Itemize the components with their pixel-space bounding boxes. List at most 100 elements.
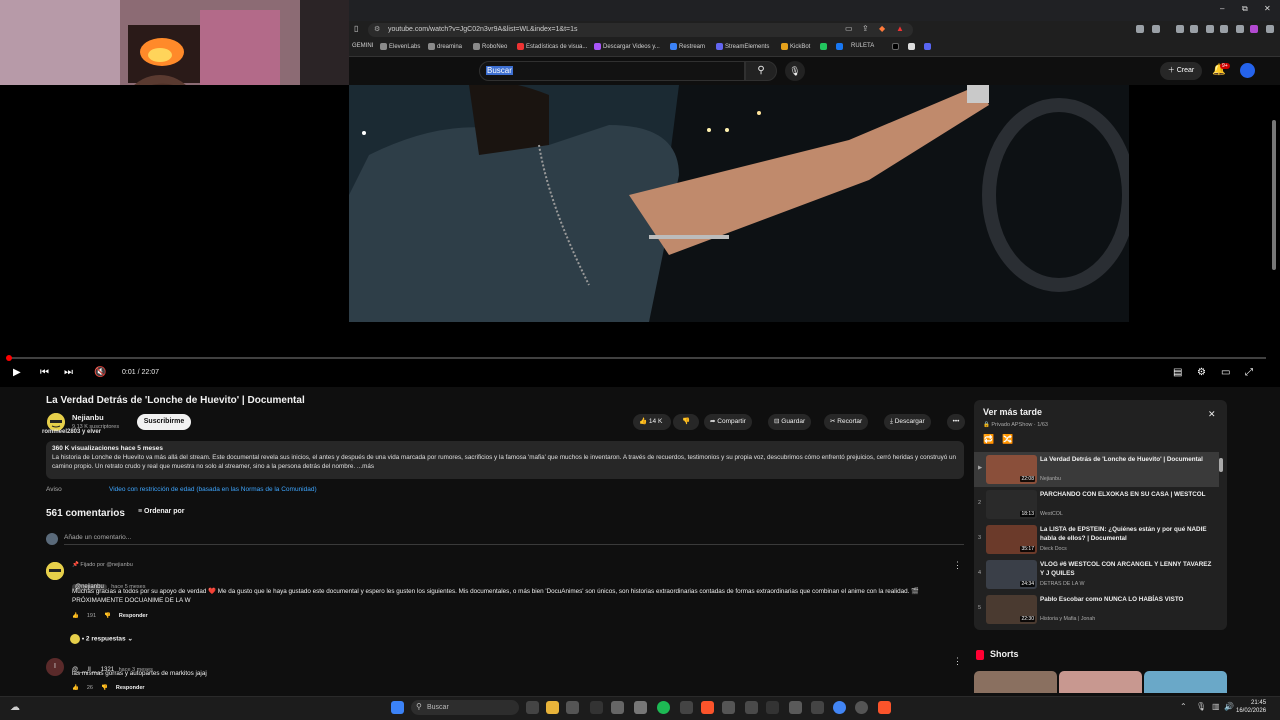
thumbs-down-icon[interactable]: 👎 xyxy=(101,685,108,691)
shuffle-icon[interactable]: 🔀 xyxy=(1002,434,1013,445)
avatar[interactable] xyxy=(1240,63,1255,78)
share-button[interactable]: ➦ Compartir xyxy=(704,414,752,430)
thumbs-up-icon[interactable]: 👍 xyxy=(72,613,79,619)
short-card[interactable] xyxy=(1059,671,1142,693)
dislike-button[interactable]: 👎 xyxy=(673,414,699,430)
page-scrollbar[interactable] xyxy=(1272,120,1276,270)
thumbs-down-icon[interactable]: 👎 xyxy=(104,613,111,619)
bookmark-item[interactable]: RoboNeo xyxy=(473,43,507,50)
playlist-item[interactable]: 2 18:13 PARCHANDO CON ELXOKAS EN SU CASA |… xyxy=(974,487,1219,522)
bookmark-star-icon[interactable]: ▯ xyxy=(354,24,358,33)
app-icon[interactable] xyxy=(566,701,579,714)
like-button[interactable]: 👍 14 K xyxy=(633,414,671,430)
app-icon[interactable] xyxy=(789,701,802,714)
extension-icon[interactable] xyxy=(1220,25,1228,33)
download-button[interactable]: ⤓ Descargar xyxy=(884,414,931,430)
close-icon[interactable]: ✕ xyxy=(1208,409,1216,420)
bookmark-item[interactable]: KickBot xyxy=(781,43,810,50)
file-explorer-icon[interactable] xyxy=(546,701,559,714)
fullscreen-icon[interactable]: ⤢ xyxy=(1245,367,1253,378)
bookmark-item[interactable]: Restream xyxy=(670,43,705,50)
menu-icon[interactable] xyxy=(1266,25,1274,33)
brave-icon[interactable] xyxy=(878,701,891,714)
bookmark-item[interactable]: StreamElements xyxy=(716,43,769,50)
mute-icon[interactable]: 🔇 xyxy=(94,367,106,378)
music-icon[interactable] xyxy=(1176,25,1184,33)
bookmark-item[interactable] xyxy=(892,43,899,50)
app-icon[interactable] xyxy=(680,701,693,714)
screen-cast-icon[interactable]: ▭ xyxy=(845,24,853,33)
app-icon[interactable] xyxy=(611,701,624,714)
more-vertical-icon[interactable]: ⋮ xyxy=(953,560,962,571)
spotify-icon[interactable] xyxy=(657,701,670,714)
progress-bar[interactable] xyxy=(8,357,1266,359)
app-icon[interactable] xyxy=(855,701,868,714)
playlist-item[interactable]: 3 35:17 La LISTA de EPSTEIN: ¿Quiénes está… xyxy=(974,522,1219,557)
short-card[interactable] xyxy=(974,671,1057,693)
bookmark-item[interactable]: GEMINI xyxy=(352,43,373,49)
replies-toggle[interactable]: • 2 respuestas ⌄ xyxy=(70,634,133,644)
bookmark-item[interactable] xyxy=(820,43,827,50)
maximize-icon[interactable]: ⧉ xyxy=(1242,4,1248,14)
comment-avatar[interactable]: I xyxy=(46,658,64,676)
bookmark-item[interactable] xyxy=(836,43,843,50)
description-box[interactable]: 360 K visualizaciones hace 5 meses La hi… xyxy=(46,441,964,479)
extension-icon[interactable] xyxy=(1152,25,1160,33)
microphone-icon[interactable]: 🎙 xyxy=(1196,702,1206,711)
brave-rewards-icon[interactable]: ▲ xyxy=(896,24,904,33)
bookmark-item[interactable] xyxy=(908,43,915,50)
scrubber-handle[interactable] xyxy=(6,355,12,361)
extension-icon[interactable] xyxy=(1136,25,1144,33)
app-icon[interactable] xyxy=(590,701,603,714)
bookmark-item[interactable]: Descargar Videos y... xyxy=(594,43,660,50)
tray-chevron-icon[interactable]: ⌃ xyxy=(1180,702,1187,711)
short-card[interactable] xyxy=(1144,671,1227,693)
close-window-icon[interactable]: ✕ xyxy=(1264,4,1271,13)
obs-icon[interactable] xyxy=(766,701,779,714)
age-restriction-link[interactable]: Video con restricción de edad (basada en… xyxy=(109,486,317,493)
next-icon[interactable]: ⏭ xyxy=(64,367,73,378)
app-icon[interactable] xyxy=(722,701,735,714)
widgets-icon[interactable]: ☁ xyxy=(10,702,20,713)
minimize-icon[interactable]: – xyxy=(1220,4,1224,13)
brave-shield-icon[interactable]: ◆ xyxy=(879,24,885,33)
video-player[interactable] xyxy=(0,85,1280,387)
create-button[interactable]: ＋ Crear xyxy=(1160,62,1202,80)
address-bar[interactable]: youtube.com/watch?v=JgC02n3vr9A&list=WL&… xyxy=(368,23,913,37)
bookmark-item[interactable]: dreamina xyxy=(428,43,462,50)
clip-button[interactable]: ✂ Recortar xyxy=(824,414,869,430)
channel-name[interactable]: Nejianbu xyxy=(72,413,104,422)
playlist-item[interactable]: 4 24:34 VLOG #6 WESTCOL CON ARCANGEL Y LEN… xyxy=(974,557,1219,592)
playlist-scrollbar[interactable] xyxy=(1219,458,1223,472)
search-button[interactable]: ⚲ xyxy=(745,61,777,81)
reply-button[interactable]: Responder xyxy=(119,613,148,619)
site-info-icon[interactable]: ⚙ xyxy=(374,25,380,33)
app-icon[interactable] xyxy=(745,701,758,714)
loop-icon[interactable]: 🔁 xyxy=(983,434,994,445)
more-actions-button[interactable]: ••• xyxy=(947,414,965,430)
brave-icon[interactable] xyxy=(701,701,714,714)
app-icon[interactable] xyxy=(634,701,647,714)
previous-icon[interactable]: ⏮ xyxy=(40,367,49,378)
comment-avatar[interactable] xyxy=(46,562,64,580)
thumbs-up-icon[interactable]: 👍 xyxy=(72,685,79,691)
network-icon[interactable]: ▥ xyxy=(1212,702,1220,711)
taskbar-search[interactable]: Buscar xyxy=(411,700,519,715)
theater-mode-icon[interactable]: ▭ xyxy=(1221,367,1230,378)
bookmark-item[interactable] xyxy=(924,43,931,50)
search-input[interactable]: Buscar xyxy=(479,61,745,81)
share-icon[interactable]: ⇪ xyxy=(862,24,869,33)
chrome-icon[interactable] xyxy=(833,701,846,714)
playlist-item[interactable]: 5 22:30 Pablo Escobar como NUNCA LO HABÍAS… xyxy=(974,592,1219,627)
more-vertical-icon[interactable]: ⋮ xyxy=(953,656,962,667)
sidebar-icon[interactable] xyxy=(1190,25,1198,33)
extension-icon[interactable] xyxy=(1236,25,1244,33)
start-icon[interactable] xyxy=(391,701,404,714)
save-button[interactable]: ⊟ Guardar xyxy=(768,414,812,430)
sort-button[interactable]: ≡ Ordenar por xyxy=(138,508,185,515)
task-view-icon[interactable] xyxy=(526,701,539,714)
app-icon[interactable] xyxy=(811,701,824,714)
volume-icon[interactable]: 🔊 xyxy=(1224,702,1234,711)
settings-icon[interactable]: ⚙ xyxy=(1197,367,1206,378)
taskbar-clock[interactable]: 21:45 16/02/2026 xyxy=(1236,699,1266,715)
